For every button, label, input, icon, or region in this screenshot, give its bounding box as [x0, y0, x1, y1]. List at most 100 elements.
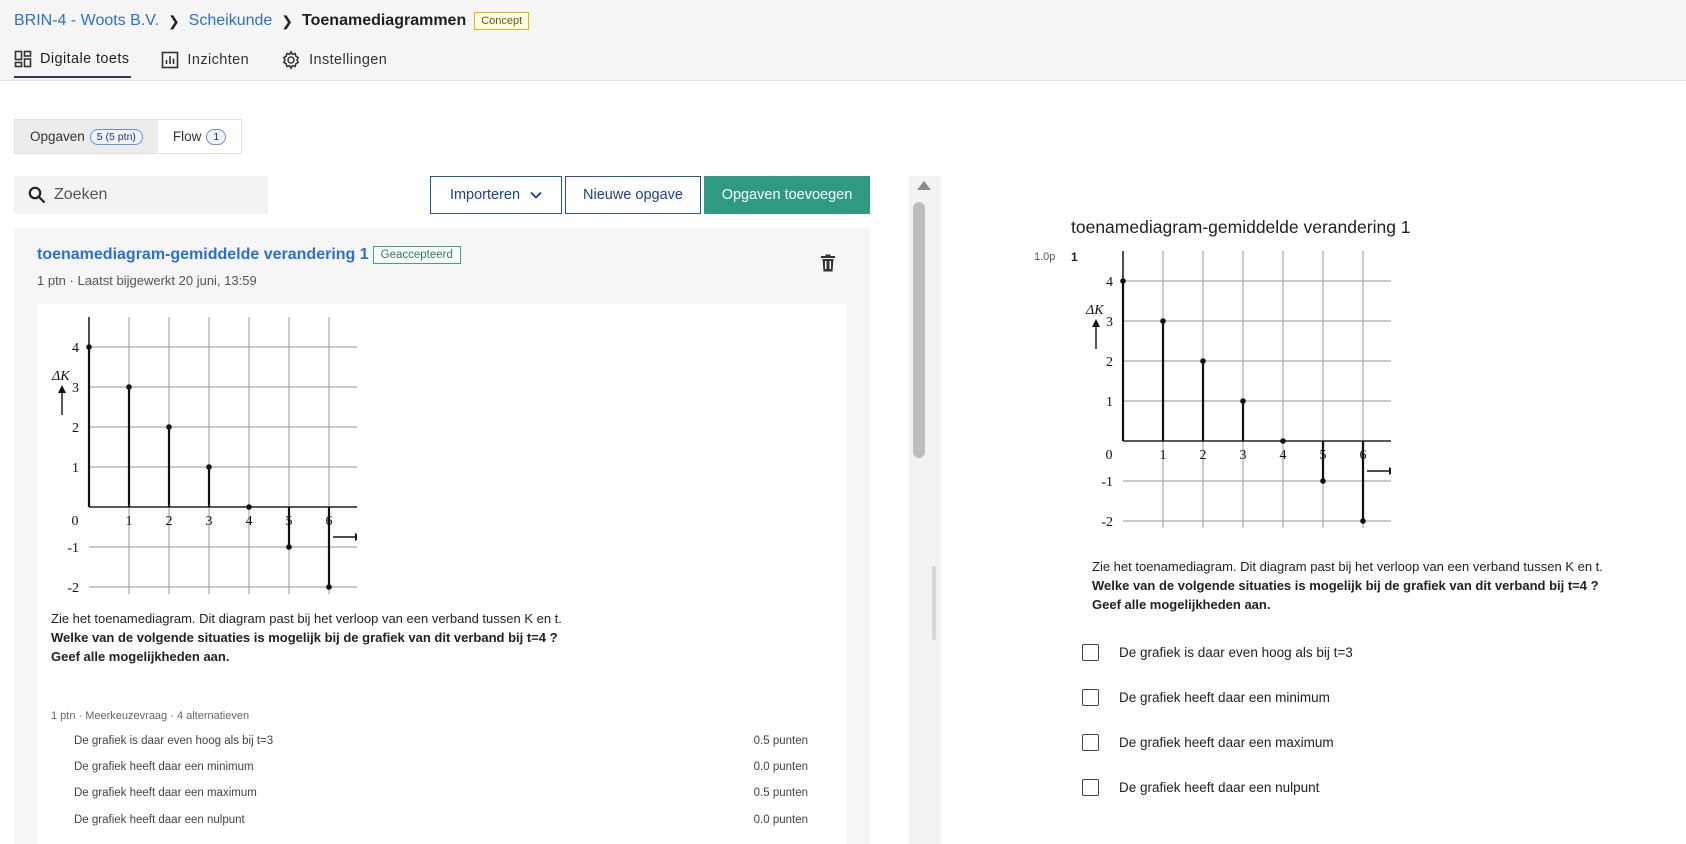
x-tick-label: 6 — [1360, 448, 1367, 463]
segment-opgaven[interactable]: Opgaven 5 (5 ptn) — [15, 120, 158, 153]
list-item: De grafiek heeft daar een maximum 0.5 pu… — [74, 787, 808, 799]
page-title: Toenamediagrammen — [302, 12, 467, 29]
chevron-right-icon: ❯ — [167, 12, 180, 29]
x-tick-label: 2 — [166, 514, 173, 529]
trash-icon[interactable] — [820, 254, 836, 272]
alternative-points: 0.0 punten — [753, 761, 808, 773]
data-point — [286, 544, 292, 550]
tab-instellingen[interactable]: Instellingen — [281, 50, 389, 78]
y-tick-label: 3 — [1106, 315, 1113, 330]
toenamediagram-chart-preview: 0123456-2-11234ΔKt — [1085, 251, 1391, 528]
y-tick-label: -2 — [1101, 515, 1113, 528]
x-tick-label: 1 — [126, 514, 133, 529]
data-point — [206, 464, 212, 470]
alternative-text: De grafiek heeft daar een maximum — [74, 787, 257, 799]
count-badge: 5 (5 ptn) — [89, 128, 143, 145]
stem-question: Welke van de volgende situaties is mogel… — [51, 630, 558, 645]
question-stem: Zie het toenamediagram. Dit diagram past… — [51, 609, 811, 666]
tab-inzichten[interactable]: Inzichten — [161, 50, 251, 78]
nav-tabs: Digitale toets Inzichten Instellingen — [14, 50, 419, 78]
segment-label: Opgaven — [30, 129, 85, 144]
x-tick-label: 3 — [206, 514, 213, 529]
answer-checkbox[interactable] — [1082, 779, 1099, 796]
top-bar: BRIN-4 - Woots B.V. ❯ Scheikunde ❯ Toena… — [0, 0, 1686, 81]
breadcrumb-item-course[interactable]: Scheikunde — [189, 12, 273, 30]
x-tick-label: 0 — [1106, 448, 1113, 463]
answer-option[interactable]: De grafiek heeft daar een minimum — [1082, 689, 1330, 706]
answer-checkbox[interactable] — [1082, 734, 1099, 751]
y-tick-label: 4 — [72, 341, 79, 356]
breadcrumb-item-organization[interactable]: BRIN-4 - Woots B.V. — [14, 12, 159, 30]
toenamediagram-chart: 0123456-2-11234ΔKt — [51, 317, 357, 594]
status-badge-accepted: Geaccepteerd — [372, 246, 461, 264]
x-tick-label: 4 — [246, 514, 253, 529]
list-item: De grafiek is daar even hoog als bij t=3… — [74, 735, 808, 747]
scrollbar-thumb[interactable] — [913, 202, 925, 458]
segment-label: Flow — [172, 129, 202, 144]
search-icon — [28, 186, 46, 204]
tab-label: Inzichten — [187, 52, 250, 68]
alternative-points: 0.5 punten — [753, 735, 808, 747]
answer-option[interactable]: De grafiek is daar even hoog als bij t=3 — [1082, 644, 1353, 661]
question-card: 0123456-2-11234ΔKt Zie het toenamediagra… — [37, 304, 847, 844]
chevron-down-icon — [530, 191, 542, 199]
stem-text: Zie het toenamediagram. Dit diagram past… — [1092, 559, 1603, 574]
search-box — [14, 176, 268, 214]
y-tick-label: -2 — [67, 581, 79, 594]
x-tick-label: 6 — [326, 514, 333, 529]
x-tick-label: 3 — [1240, 448, 1247, 463]
y-axis-label: ΔK — [51, 369, 70, 384]
chart-icon — [162, 51, 179, 69]
search-input[interactable] — [54, 186, 254, 204]
y-tick-label: 4 — [1106, 275, 1113, 290]
import-button[interactable]: Importeren — [430, 176, 562, 214]
y-tick-label: 3 — [72, 381, 79, 396]
data-point — [246, 504, 252, 510]
resize-handle[interactable] — [932, 566, 936, 640]
view-switcher: Opgaven 5 (5 ptn) Flow 1 — [14, 119, 243, 154]
data-point — [1240, 398, 1246, 404]
list-item: De grafiek heeft daar een nulpunt 0.0 pu… — [74, 814, 808, 826]
data-point — [1320, 478, 1326, 484]
answer-checkbox[interactable] — [1082, 689, 1099, 706]
question-title-link[interactable]: toenamediagram-gemiddelde verandering 1 — [37, 246, 369, 264]
answer-label: De grafiek heeft daar een minimum — [1119, 690, 1330, 705]
preview-stem: Zie het toenamediagram. Dit diagram past… — [1092, 557, 1682, 614]
x-label-arrow-head — [1389, 467, 1391, 475]
answer-checkbox[interactable] — [1082, 644, 1099, 661]
add-questions-button[interactable]: Opgaven toevoegen — [704, 176, 870, 214]
y-tick-label: 1 — [72, 461, 79, 476]
new-question-button[interactable]: Nieuwe opgave — [565, 176, 701, 214]
scrollbar[interactable] — [909, 176, 941, 844]
x-tick-label: 5 — [286, 514, 293, 529]
segment-flow[interactable]: Flow 1 — [158, 120, 241, 153]
stem-question: Welke van de volgende situaties is mogel… — [1092, 578, 1599, 593]
answer-option[interactable]: De grafiek heeft daar een nulpunt — [1082, 779, 1319, 796]
x-label-arrow-head — [355, 533, 357, 541]
alternative-text: De grafiek is daar even hoog als bij t=3 — [74, 735, 274, 747]
tab-label: Instellingen — [309, 52, 388, 68]
y-tick-label: -1 — [1101, 475, 1113, 490]
y-axis-label: ΔK — [1085, 303, 1104, 318]
x-tick-label: 5 — [1320, 448, 1327, 463]
data-point — [86, 344, 92, 350]
y-label-arrow-head — [1092, 319, 1100, 327]
data-point — [1120, 278, 1126, 284]
y-tick-label: 2 — [1106, 355, 1113, 370]
preview-title: toenamediagram-gemiddelde verandering 1 — [1071, 217, 1411, 237]
answer-label: De grafiek heeft daar een nulpunt — [1119, 780, 1320, 795]
breadcrumb: BRIN-4 - Woots B.V. ❯ Scheikunde ❯ Toena… — [14, 12, 530, 30]
import-button-label: Importeren — [449, 187, 521, 203]
status-badge-concept: Concept — [474, 12, 530, 30]
alternative-text: De grafiek heeft daar een nulpunt — [74, 814, 245, 826]
alternative-points: 0.0 punten — [753, 814, 808, 826]
question-list-panel: toenamediagram-gemiddelde verandering 1 … — [14, 228, 870, 844]
count-badge: 1 — [206, 128, 227, 145]
answer-option[interactable]: De grafiek heeft daar een maximum — [1082, 734, 1334, 751]
x-tick-label: 0 — [72, 514, 79, 529]
data-point — [1360, 518, 1366, 524]
stem-text: Zie het toenamediagram. Dit diagram past… — [51, 611, 562, 626]
x-tick-label: 2 — [1200, 448, 1207, 463]
tab-digitale-toets[interactable]: Digitale toets — [14, 50, 132, 78]
scroll-up-arrow[interactable] — [917, 181, 931, 190]
